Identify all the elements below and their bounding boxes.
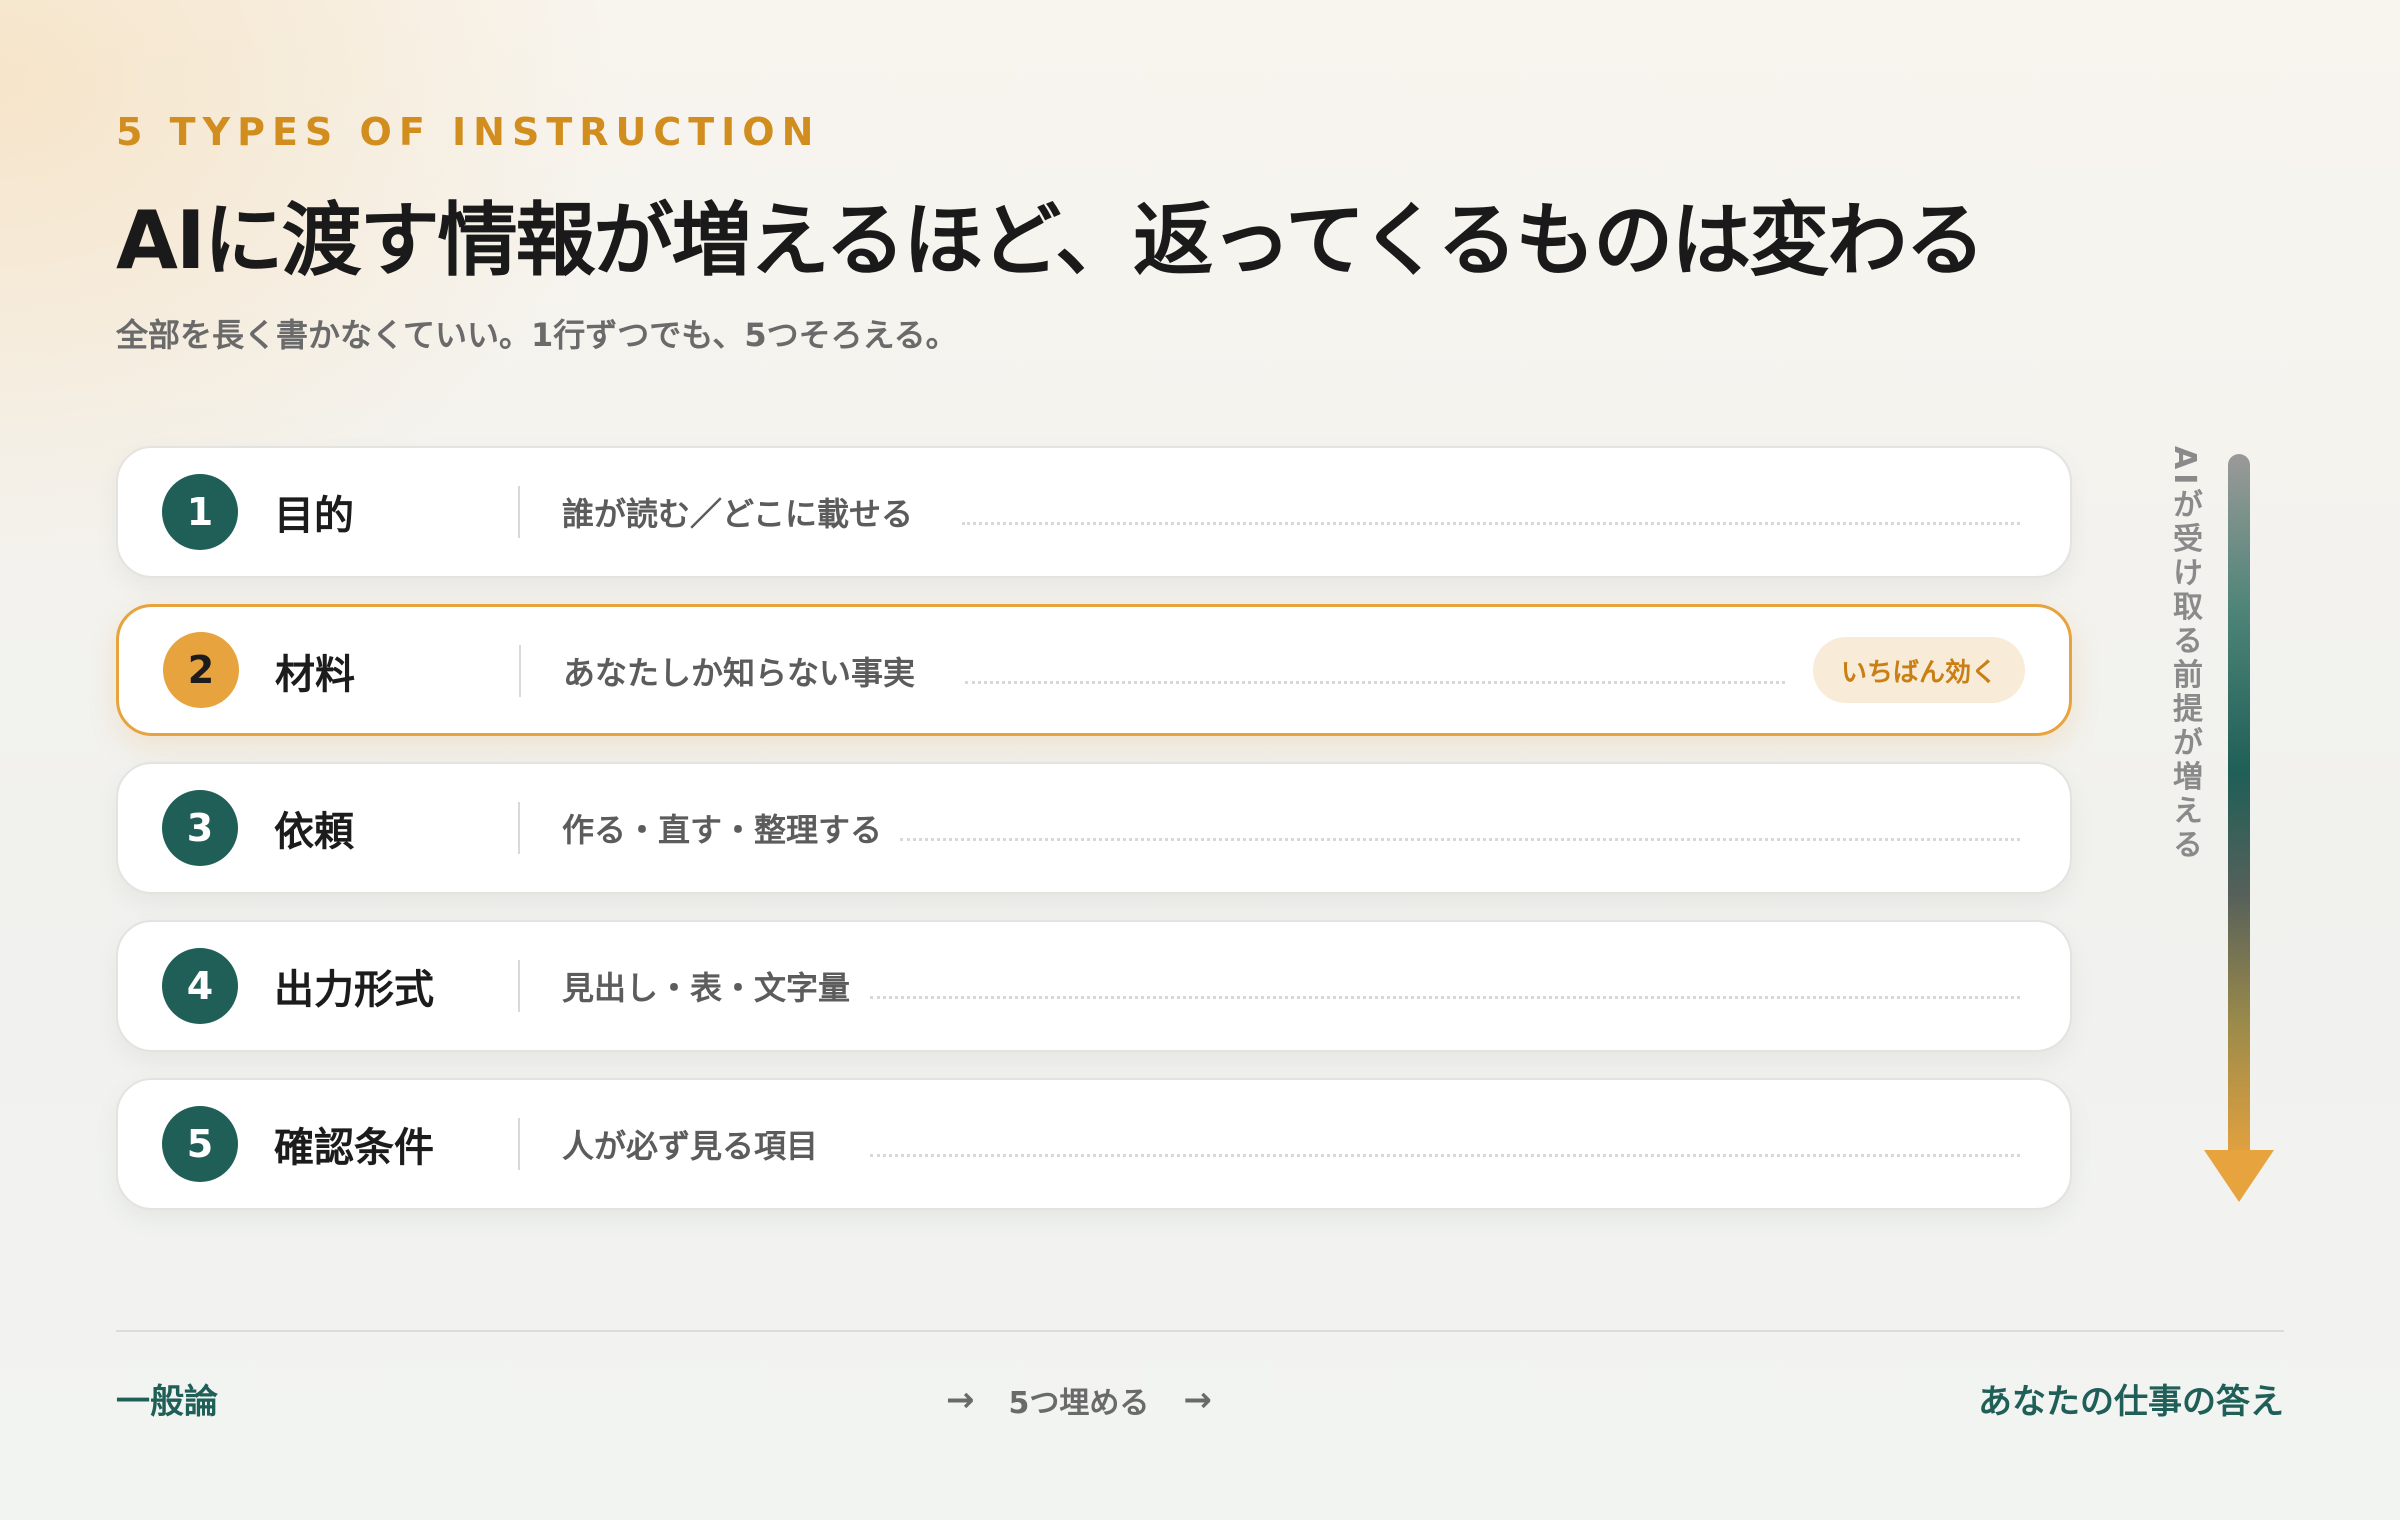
- footer-middle-label: 5つ埋める: [1008, 1386, 1150, 1421]
- footer-end-label: あなたの仕事の答え: [1978, 1382, 2284, 1422]
- item-description: 作る・直す・整理する: [562, 811, 883, 849]
- item-description: 人が必ず見る項目: [562, 1127, 819, 1165]
- divider: [518, 960, 520, 1012]
- dotted-leader: [965, 681, 1785, 684]
- step-number-badge: 2: [163, 632, 239, 708]
- item-description: あなたしか知らない事実: [563, 654, 916, 692]
- list-item-output-format: 4 出力形式 見出し・表・文字量: [116, 920, 2072, 1052]
- divider: [518, 486, 520, 538]
- eyebrow-label: 5 TYPES OF INSTRUCTION: [116, 110, 821, 154]
- instruction-list: 1 目的 誰が読む／どこに載せる 2 材料 あなたしか知らない事実 いちばん効く…: [116, 446, 2072, 1236]
- item-label: 確認条件: [274, 1125, 434, 1171]
- list-item-purpose: 1 目的 誰が読む／どこに載せる: [116, 446, 2072, 578]
- page-subtitle: 全部を長く書かなくていい。1行ずつでも、5つそろえる。: [116, 316, 958, 354]
- list-item-materials: 2 材料 あなたしか知らない事実 いちばん効く: [116, 604, 2072, 736]
- dotted-leader: [962, 522, 2020, 525]
- side-axis-label: AIが受け取る前提が増える: [2167, 446, 2202, 863]
- item-label: 依頼: [274, 809, 354, 855]
- step-number-badge: 1: [162, 474, 238, 550]
- dotted-leader: [870, 1154, 2020, 1157]
- list-item-check-conditions: 5 確認条件 人が必ず見る項目: [116, 1078, 2072, 1210]
- dotted-leader: [900, 838, 2020, 841]
- footer-middle: → 5つ埋める →: [946, 1378, 1212, 1422]
- footer-start-label: 一般論: [116, 1382, 218, 1422]
- most-effective-badge: いちばん効く: [1812, 637, 2025, 703]
- dotted-leader: [870, 996, 2020, 999]
- item-label: 材料: [275, 652, 355, 698]
- divider: [518, 802, 520, 854]
- footer-divider: [116, 1330, 2284, 1332]
- right-arrow-icon: →: [1183, 1380, 1212, 1420]
- step-number-badge: 3: [162, 790, 238, 866]
- item-description: 見出し・表・文字量: [562, 969, 851, 1007]
- item-description: 誰が読む／どこに載せる: [562, 495, 914, 533]
- list-item-request: 3 依頼 作る・直す・整理する: [116, 762, 2072, 894]
- step-number-badge: 4: [162, 948, 238, 1024]
- gradient-bar: [2228, 454, 2250, 1164]
- right-arrow-icon: →: [946, 1380, 975, 1420]
- down-arrow-icon: [2204, 1150, 2274, 1202]
- item-label: 出力形式: [274, 967, 434, 1013]
- step-number-badge: 5: [162, 1106, 238, 1182]
- item-label: 目的: [274, 493, 354, 539]
- page-title: AIに渡す情報が増えるほど、返ってくるものは変わる: [116, 194, 1985, 287]
- divider: [518, 1118, 520, 1170]
- divider: [519, 645, 521, 697]
